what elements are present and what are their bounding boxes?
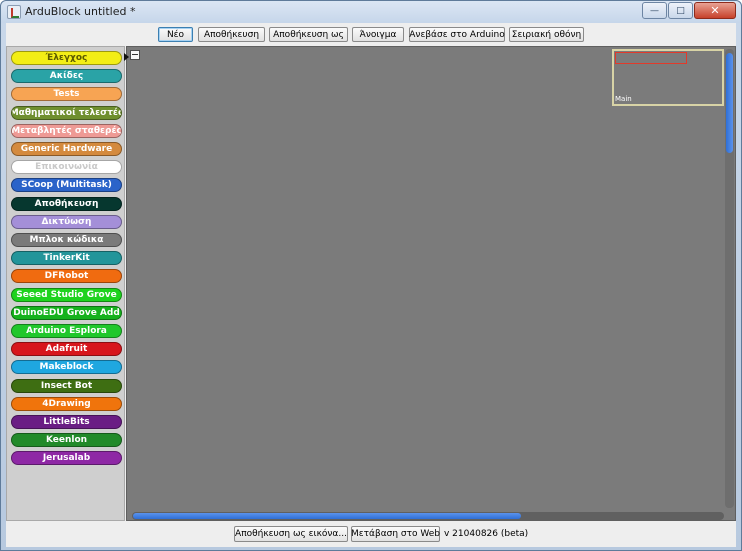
horizontal-scroll-thumb[interactable] [133, 513, 521, 519]
title-bar[interactable]: ArduBlock untitled * — □ ✕ [1, 1, 741, 23]
minimap-viewport[interactable] [615, 52, 687, 64]
block-workspace[interactable]: Main [124, 46, 736, 521]
category-button[interactable]: Generic Hardware [11, 142, 122, 156]
version-label: v 21040826 (beta) [444, 529, 529, 539]
category-button[interactable]: Αποθήκευση [11, 196, 122, 211]
open-button[interactable]: Άνοιγμα [352, 27, 404, 42]
app-window: ArduBlock untitled * — □ ✕ Νέο Αποθήκευσ… [0, 0, 742, 551]
category-button[interactable]: Adafruit [11, 342, 122, 357]
category-button[interactable]: Μπλοκ κώδικα [11, 233, 122, 247]
category-button[interactable]: Arduino Esplora [11, 324, 122, 338]
category-button[interactable]: Makeblock [11, 360, 122, 375]
category-button[interactable]: Insect Bot [11, 378, 122, 393]
save-as-button[interactable]: Αποθήκευση ως [269, 27, 348, 42]
vertical-scroll-thumb[interactable] [726, 53, 733, 153]
toolbar: Νέο Αποθήκευση Αποθήκευση ως Άνοιγμα Ανε… [6, 23, 736, 46]
window-controls: — □ ✕ [641, 2, 736, 19]
window-title: ArduBlock untitled * [25, 5, 136, 18]
minimap[interactable]: Main [612, 49, 724, 106]
category-button[interactable]: Ακίδες [11, 69, 122, 84]
category-button[interactable]: DuinoEDU Grove Add [11, 305, 122, 320]
category-button[interactable]: Μαθηματικοί τελεστές [11, 105, 122, 120]
category-button[interactable]: LittleBits [11, 415, 122, 429]
horizontal-scrollbar[interactable] [132, 512, 724, 520]
category-button[interactable]: Επικοινωνία [11, 160, 122, 175]
vertical-scrollbar[interactable] [725, 49, 734, 508]
category-button[interactable]: Μεταβλητές σταθερές [11, 123, 122, 138]
category-button[interactable]: Δικτύωση [11, 214, 122, 229]
maximize-button[interactable]: □ [668, 2, 693, 19]
category-button[interactable]: Seeed Studio Grove [11, 287, 122, 302]
minimize-button[interactable]: — [642, 2, 667, 19]
save-button[interactable]: Αποθήκευση [198, 27, 265, 42]
upload-to-arduino-button[interactable]: Ανεβάσε στο Arduino [409, 27, 505, 42]
serial-monitor-button[interactable]: Σειριακή οθόνη [509, 27, 584, 42]
category-button[interactable]: Jerusalab [11, 451, 122, 466]
category-button[interactable]: Έλεγχος [11, 51, 122, 65]
client-area: Νέο Αποθήκευση Αποθήκευση ως Άνοιγμα Ανε… [6, 23, 736, 547]
minimap-label: Main [615, 95, 632, 103]
block-palette: Έλεγχος Ακίδες Tests Μαθηματικοί τελεστές Με… [6, 46, 125, 521]
expand-arrow-icon[interactable] [124, 53, 129, 61]
category-button[interactable]: SCoop (Multitask) [11, 178, 122, 193]
collapse-toggle-icon[interactable] [130, 50, 140, 60]
category-button[interactable]: DFRobot [11, 269, 122, 284]
bottom-bar: Αποθήκευση ως εικόνα... Μετάβαση στο Web… [6, 521, 736, 547]
close-button[interactable]: ✕ [694, 2, 736, 19]
category-button[interactable]: 4Drawing [11, 396, 122, 411]
go-to-web-button[interactable]: Μετάβαση στο Web [351, 526, 440, 542]
new-button[interactable]: Νέο [158, 27, 193, 42]
category-button[interactable]: TinkerKit [11, 251, 122, 266]
app-icon [7, 5, 21, 19]
category-button[interactable]: Tests [11, 87, 122, 102]
save-as-image-button[interactable]: Αποθήκευση ως εικόνα... [234, 526, 348, 542]
category-button[interactable]: Keenlon [11, 433, 122, 448]
